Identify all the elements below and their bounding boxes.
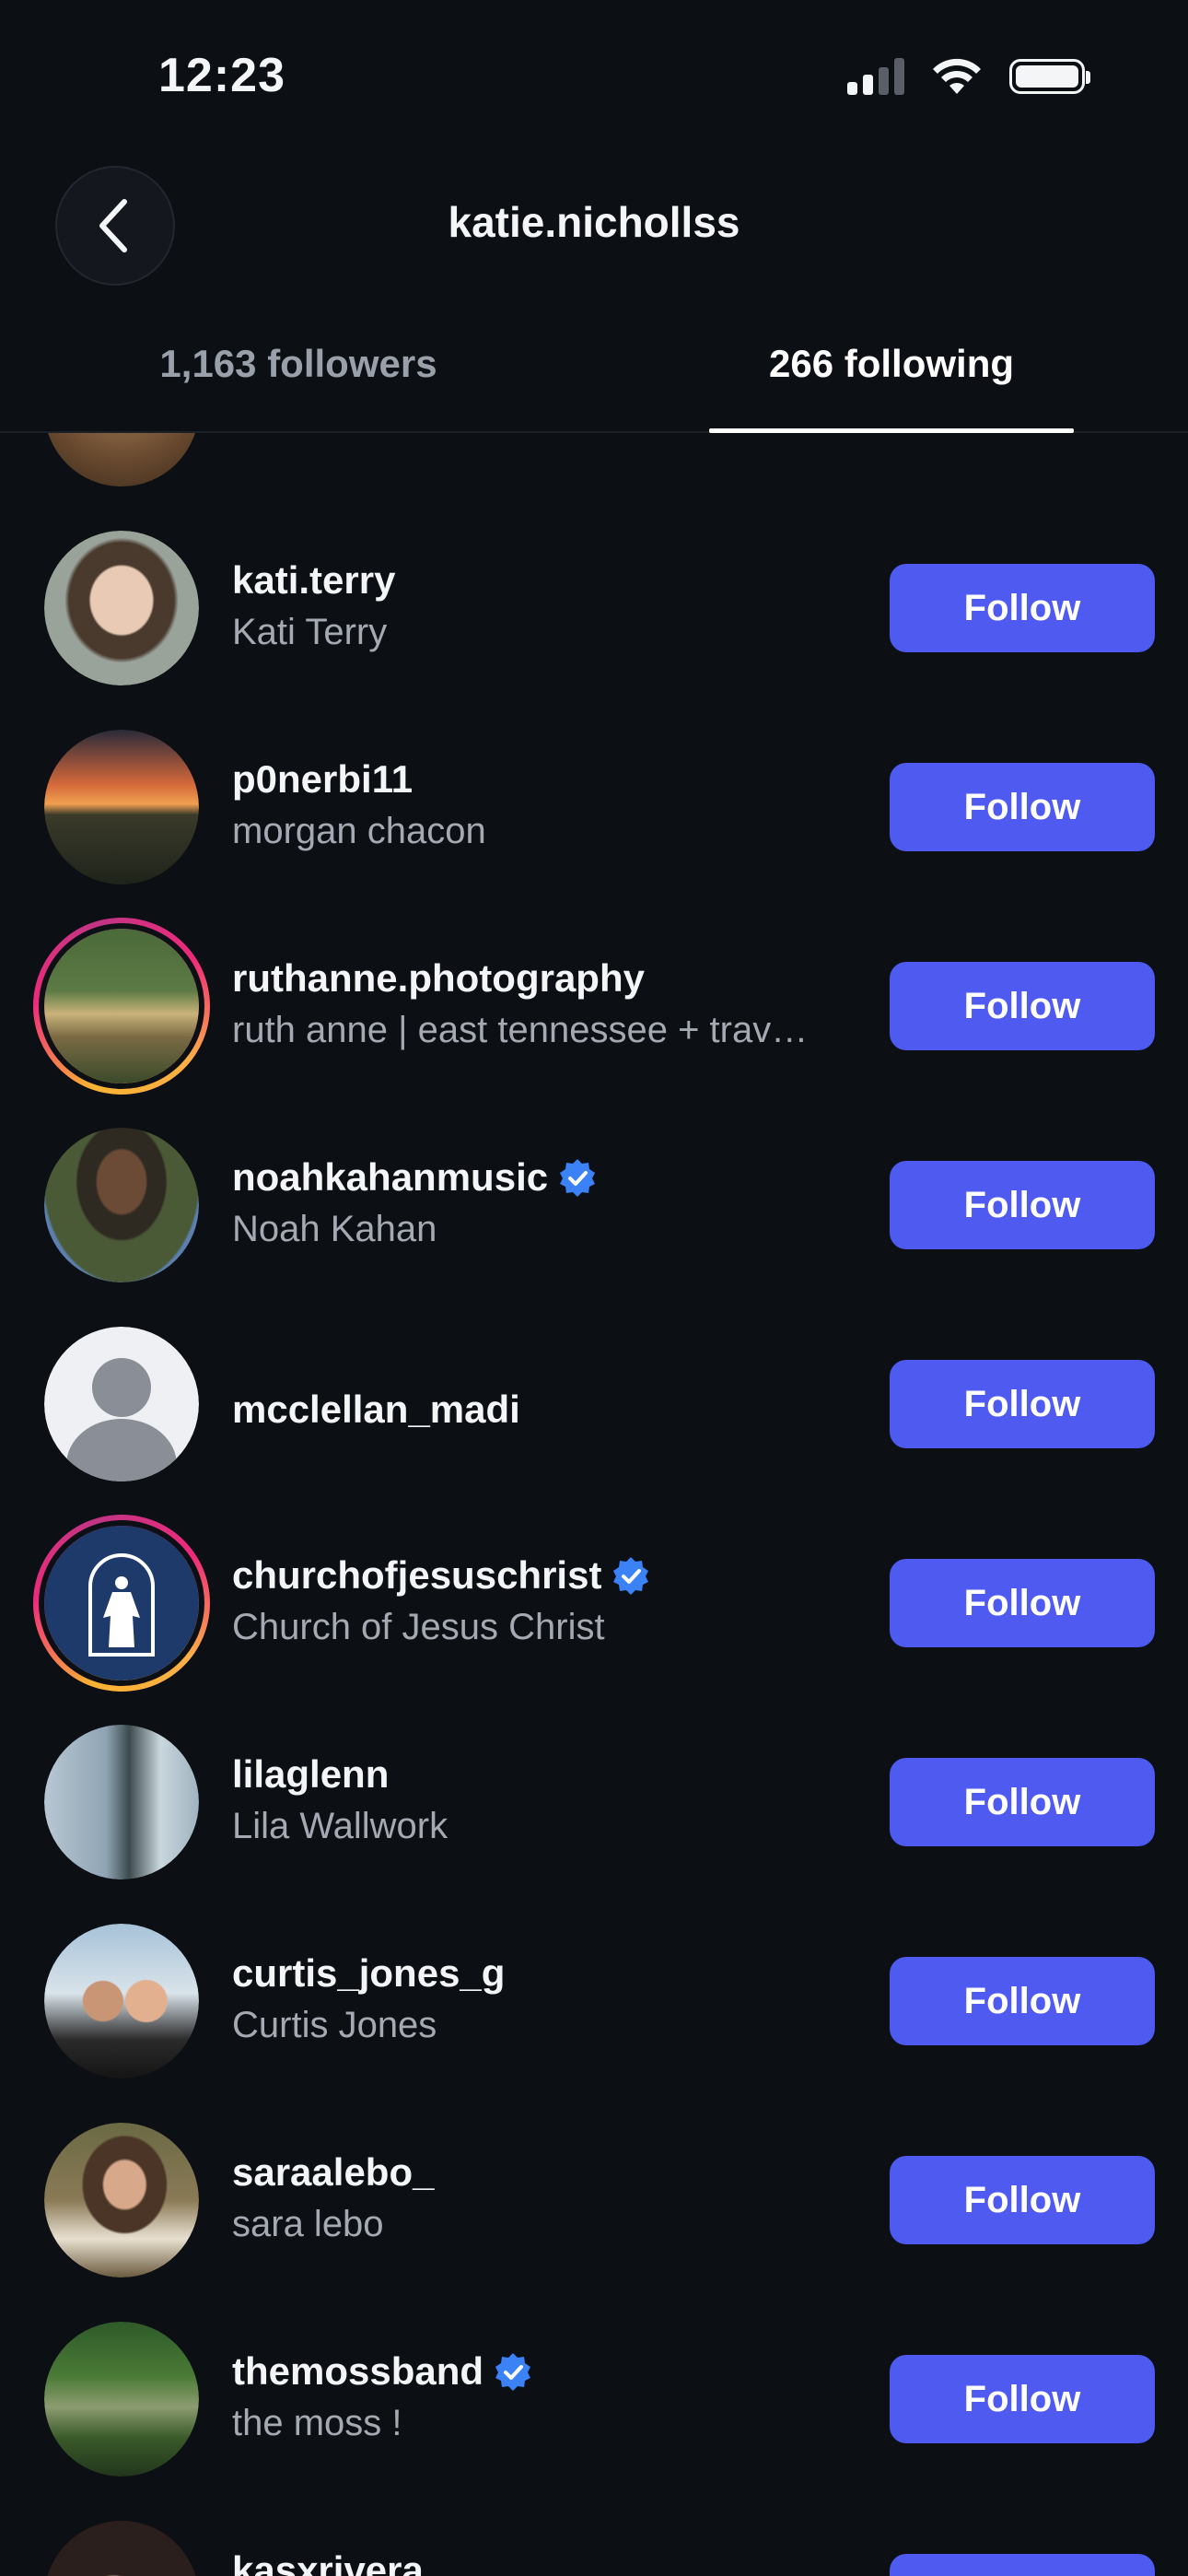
list-item[interactable]: themossband the moss ! Follow: [0, 2300, 1188, 2499]
header: katie.nichollss: [0, 157, 1188, 295]
user-names: ruthanne.photography ruth anne | east te…: [232, 953, 858, 1056]
verified-badge-icon: [560, 1159, 596, 1197]
follow-button[interactable]: Follow: [890, 1559, 1155, 1647]
avatar[interactable]: [44, 433, 199, 486]
page-title: katie.nichollss: [448, 198, 740, 246]
full-name: Lila Wallwork: [232, 1806, 448, 1846]
list-item[interactable]: mcclellan_madi Follow: [0, 1305, 1188, 1504]
avatar[interactable]: [44, 1725, 199, 1879]
list-item[interactable]: noahkahanmusic Noah Kahan Follow: [0, 1106, 1188, 1305]
follow-button[interactable]: Follow: [890, 564, 1155, 652]
user-names: p0nerbi11 morgan chacon: [232, 754, 858, 857]
wifi-icon: [933, 58, 981, 94]
username[interactable]: churchofjesuschrist: [232, 1550, 858, 1601]
list-item[interactable]: lilaglenn Lila Wallwork Follow: [0, 1703, 1188, 1902]
user-names: kasxrivera: [232, 2545, 858, 2576]
tab-bar: 1,163 followers 266 following: [0, 295, 1188, 433]
follow-button[interactable]: Follow: [890, 2554, 1155, 2576]
avatar[interactable]: [44, 2521, 199, 2576]
avatar-story-ring[interactable]: [33, 1515, 210, 1692]
full-name: morgan chacon: [232, 811, 486, 851]
avatar[interactable]: [44, 730, 199, 884]
avatar-story-ring[interactable]: [33, 918, 210, 1095]
username[interactable]: mcclellan_madi: [232, 1384, 858, 1435]
following-list[interactable]: kati.terry Kati Terry Follow p0nerbi11 m…: [0, 433, 1188, 2576]
full-name: sara lebo: [232, 2204, 384, 2244]
list-item[interactable]: p0nerbi11 morgan chacon Follow: [0, 708, 1188, 907]
status-icons: [847, 57, 1090, 96]
username[interactable]: curtis_jones_g: [232, 1948, 858, 1999]
list-item[interactable]: kati.terry Kati Terry Follow: [0, 509, 1188, 708]
full-name: ruth anne | east tennessee + trav…: [232, 1010, 809, 1050]
default-avatar-icon: [66, 1358, 177, 1481]
user-names: saraalebo_ sara lebo: [232, 2147, 858, 2250]
username[interactable]: kasxrivera: [232, 2545, 858, 2576]
status-time: 12:23: [158, 49, 285, 102]
battery-icon: [1009, 59, 1090, 94]
username[interactable]: saraalebo_: [232, 2147, 858, 2198]
follow-button[interactable]: Follow: [890, 1758, 1155, 1846]
verified-badge-icon: [613, 1557, 649, 1595]
user-names: kati.terry Kati Terry: [232, 555, 858, 658]
user-names: curtis_jones_g Curtis Jones: [232, 1948, 858, 2051]
list-item[interactable]: ruthanne.photography ruth anne | east te…: [0, 907, 1188, 1106]
user-names: noahkahanmusic Noah Kahan: [232, 1152, 858, 1255]
avatar[interactable]: [44, 531, 199, 685]
tab-followers[interactable]: 1,163 followers: [116, 295, 481, 433]
username[interactable]: p0nerbi11: [232, 754, 858, 805]
username[interactable]: lilaglenn: [232, 1749, 858, 1800]
list-item[interactable]: kasxrivera Follow: [0, 2499, 1188, 2576]
user-names: churchofjesuschrist Church of Jesus Chri…: [232, 1550, 858, 1653]
user-names: themossband the moss !: [232, 2346, 858, 2449]
follow-button[interactable]: Follow: [890, 1360, 1155, 1448]
list-item[interactable]: curtis_jones_g Curtis Jones Follow: [0, 1902, 1188, 2101]
follow-button[interactable]: Follow: [890, 962, 1155, 1050]
user-names: lilaglenn Lila Wallwork: [232, 1749, 858, 1852]
follow-button[interactable]: Follow: [890, 1161, 1155, 1249]
user-names: mcclellan_madi: [232, 1384, 858, 1435]
avatar[interactable]: [44, 1327, 199, 1481]
avatar[interactable]: [44, 1924, 199, 2078]
follow-button[interactable]: Follow: [890, 2355, 1155, 2443]
avatar[interactable]: [44, 2123, 199, 2277]
list-item[interactable]: saraalebo_ sara lebo Follow: [0, 2101, 1188, 2300]
follow-button[interactable]: Follow: [890, 763, 1155, 851]
follow-button[interactable]: Follow: [890, 1957, 1155, 2045]
username[interactable]: noahkahanmusic: [232, 1152, 858, 1203]
full-name: Church of Jesus Christ: [232, 1607, 605, 1647]
status-bar: 12:23: [0, 0, 1188, 157]
username[interactable]: kati.terry: [232, 555, 858, 606]
list-item[interactable]: churchofjesuschrist Church of Jesus Chri…: [0, 1504, 1188, 1703]
username[interactable]: themossband: [232, 2346, 858, 2397]
christus-statue-logo-icon: [88, 1553, 155, 1657]
avatar[interactable]: [44, 1128, 199, 1282]
full-name: Curtis Jones: [232, 2005, 437, 2045]
full-name: Kati Terry: [232, 612, 388, 652]
follow-button[interactable]: Follow: [890, 2156, 1155, 2244]
full-name: the moss !: [232, 2403, 402, 2443]
avatar[interactable]: [44, 2322, 199, 2476]
cellular-signal-icon: [847, 58, 904, 95]
verified-badge-icon: [495, 2353, 531, 2391]
tab-following[interactable]: 266 following: [709, 295, 1074, 433]
username[interactable]: ruthanne.photography: [232, 953, 858, 1004]
full-name: Noah Kahan: [232, 1209, 437, 1249]
